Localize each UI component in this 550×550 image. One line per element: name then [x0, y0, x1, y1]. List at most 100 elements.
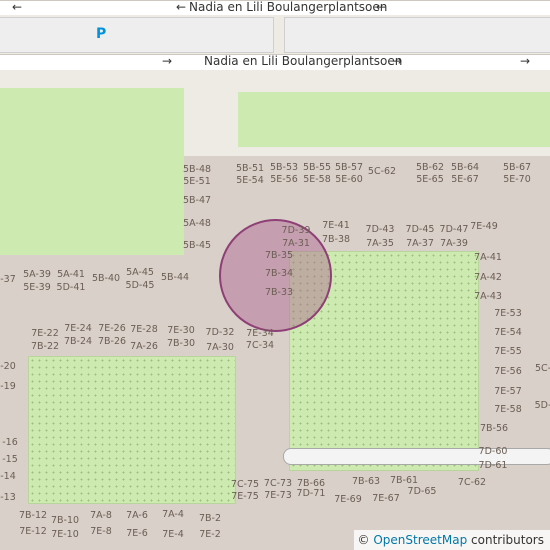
house-number: 7E-30	[167, 325, 195, 336]
house-number: 7E-58	[494, 404, 522, 415]
garden-southwest	[28, 356, 236, 504]
house-number: 5B-40	[91, 273, 121, 284]
house-number: 5B-62	[415, 162, 445, 173]
house-number: 7E-6	[126, 528, 148, 539]
house-number: 5A-48	[183, 218, 211, 229]
house-number: -19	[0, 381, 16, 392]
house-number: 7C-62	[457, 477, 487, 488]
house-number: 5B-64	[450, 162, 480, 173]
house-number: 7C-73	[263, 478, 293, 489]
house-number: 5A-39	[23, 269, 51, 280]
house-number: 7E-56	[494, 366, 522, 377]
house-number: 7E-49	[470, 221, 498, 232]
house-number: 7B-22	[30, 341, 60, 352]
house-number: 5B-44	[160, 272, 190, 283]
house-number: 5E-58	[303, 174, 331, 185]
parking-lot-left	[0, 17, 274, 53]
house-number: 5D-	[534, 400, 550, 411]
top-street-arrow-left-3: ←	[376, 0, 387, 14]
house-number: 7B-30	[166, 338, 196, 349]
house-number: 7E-75	[231, 491, 259, 502]
house-number: 5E-51	[183, 176, 211, 187]
house-number: 5B-48	[182, 164, 212, 175]
house-number: 7B-61	[389, 475, 419, 486]
house-number: 7E-67	[372, 493, 400, 504]
house-number: 7B-34	[264, 268, 294, 279]
house-number: 7E-57	[494, 386, 522, 397]
house-number: 7E-12	[19, 526, 47, 537]
house-number: 7A-31	[282, 238, 310, 249]
parking-icon: P	[96, 26, 107, 42]
attribution-suffix: contributors	[467, 533, 544, 547]
house-number: 7E-4	[162, 529, 184, 540]
house-number: 5B-47	[182, 195, 212, 206]
house-number: -16	[2, 437, 18, 448]
footpath	[283, 448, 550, 465]
house-number: 7A-42	[474, 272, 502, 283]
osm-link[interactable]: OpenStreetMap	[373, 533, 467, 547]
house-number: 7E-34	[246, 328, 274, 339]
park-north	[238, 92, 550, 147]
house-number: 7B-63	[351, 476, 381, 487]
parking-lot-right	[284, 17, 550, 53]
house-number: 7C-75	[230, 479, 260, 490]
house-number: 7E-8	[90, 526, 112, 537]
house-number: 7D-65	[407, 486, 437, 497]
house-number: 7E-28	[130, 324, 158, 335]
house-number: 7B-56	[479, 423, 509, 434]
house-number: 5B-45	[182, 240, 212, 251]
top-street-name: Nadia en Lili Boulangerplantsoen	[189, 0, 388, 14]
house-number: 7D-45	[405, 224, 435, 235]
house-number: -20	[0, 361, 16, 372]
house-number: 7B-10	[50, 515, 80, 526]
house-number: 7A-4	[162, 509, 184, 520]
map[interactable]: ← ← Nadia en Lili Boulangerplantsoen ← P…	[0, 0, 550, 550]
house-number: -15	[2, 454, 18, 465]
house-number: 5E-70	[503, 174, 531, 185]
top-street-arrow-left: ←	[12, 0, 23, 14]
middle-street-arrow-right-3: →	[520, 54, 531, 68]
house-number: 7E-41	[322, 220, 350, 231]
house-number: 7B-33	[264, 287, 294, 298]
house-number: 7E-24	[64, 323, 92, 334]
house-number: 5B-57	[334, 162, 364, 173]
house-number: 7B-12	[18, 510, 48, 521]
house-number: 7E-73	[264, 490, 292, 501]
house-number: 5E-54	[236, 175, 264, 186]
middle-street-name: Nadia en Lili Boulangerplantsoen	[204, 54, 403, 68]
house-number: 5B-51	[235, 163, 265, 174]
house-number: 5E-39	[23, 282, 51, 293]
house-number: 5B-67	[502, 162, 532, 173]
house-number: 7B-24	[63, 336, 93, 347]
house-number: 7E-69	[334, 494, 362, 505]
house-number: 7A-30	[206, 342, 234, 353]
house-number: 5D-41	[56, 282, 86, 293]
house-number: 7D-60	[478, 446, 508, 457]
house-number: 5A-45	[126, 267, 154, 278]
copyright-symbol: ©	[357, 533, 370, 547]
house-number: 7E-10	[51, 529, 79, 540]
house-number: 7E-53	[494, 308, 522, 319]
house-number: 7B-38	[321, 234, 351, 245]
middle-street-arrow-right: →	[162, 54, 173, 68]
house-number: 7D-39	[281, 225, 311, 236]
house-number: 7E-22	[31, 328, 59, 339]
house-number: 7D-71	[296, 488, 326, 499]
house-number: 7A-8	[90, 510, 112, 521]
house-number: 7A-6	[126, 510, 148, 521]
house-number: 7B-2	[198, 513, 222, 524]
house-number: 5C-62	[367, 166, 397, 177]
house-number: 5D-45	[125, 280, 155, 291]
house-number: 5A-41	[57, 269, 85, 280]
house-number: 5E-60	[335, 174, 363, 185]
house-number: 7A-35	[366, 238, 394, 249]
house-number: 7E-2	[199, 529, 221, 540]
house-number: 7B-26	[97, 336, 127, 347]
house-number: 7D-32	[205, 327, 235, 338]
house-number: 7B-35	[264, 250, 294, 261]
house-number: 7D-61	[478, 460, 508, 471]
house-number: 5B-55	[302, 162, 332, 173]
house-number: 7E-55	[494, 346, 522, 357]
house-number: 5E-65	[416, 174, 444, 185]
house-number: -37	[0, 274, 16, 285]
